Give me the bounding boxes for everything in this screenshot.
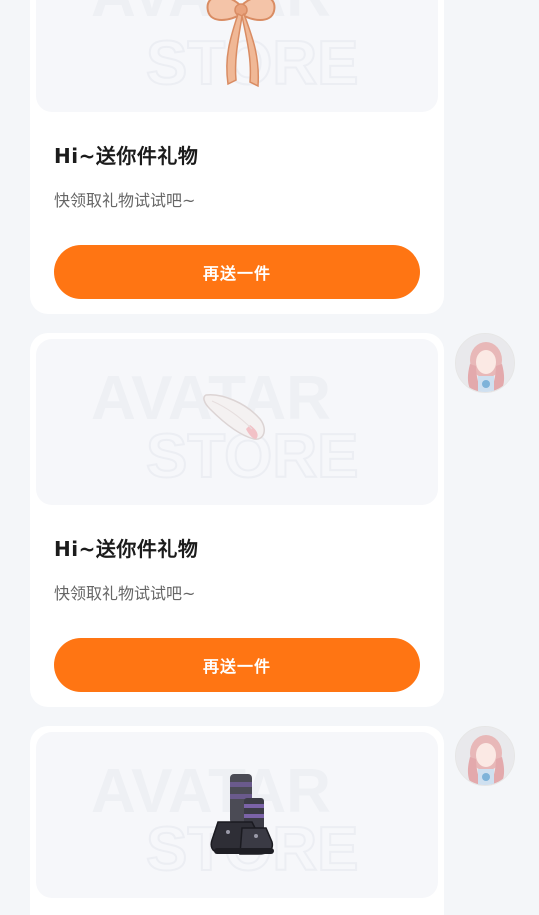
gift-message-card: AVATAR STORE Hi~送你件礼物 快领取礼物试试吧~ 再送一件 [30, 333, 444, 707]
gift-title: Hi~送你件礼物 [54, 537, 199, 561]
avatar[interactable] [455, 726, 515, 786]
gift-message-feed: AVATAR STORE Hi~送你件礼物 快领取礼物试试吧~ 再送一件 [0, 0, 539, 915]
send-another-button[interactable]: 再送一件 [54, 638, 420, 692]
striped-boots-icon [208, 772, 278, 866]
gift-title: Hi~送你件礼物 [54, 144, 199, 168]
gift-message-card: AVATAR STORE Hi~送你件礼物 快领取礼物试试吧~ 再送一件 [30, 0, 444, 314]
gift-subtitle: 快领取礼物试试吧~ [54, 191, 196, 210]
gift-subtitle: 快领取礼物试试吧~ [54, 584, 196, 603]
bow-ribbon-icon [196, 0, 286, 100]
gift-message-card: AVATAR STORE [30, 726, 444, 915]
gift-image-area[interactable]: AVATAR STORE [36, 339, 438, 505]
feather-tail-icon [200, 389, 270, 453]
avatar[interactable] [455, 333, 515, 393]
send-another-button[interactable]: 再送一件 [54, 245, 420, 299]
gift-image-area[interactable]: AVATAR STORE [36, 732, 438, 898]
gift-image-area[interactable]: AVATAR STORE [36, 0, 438, 112]
